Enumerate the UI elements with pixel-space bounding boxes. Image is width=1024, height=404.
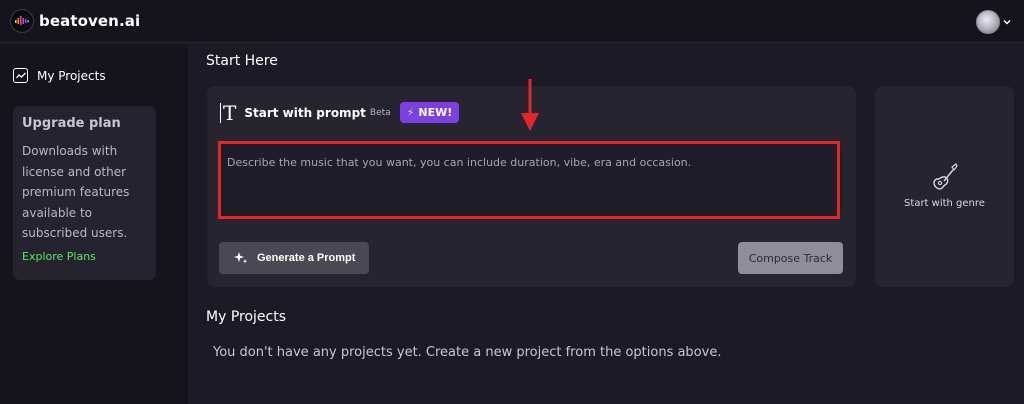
prompt-input[interactable] — [220, 144, 842, 216]
app-name: beatoven.ai — [39, 12, 141, 30]
sidebar-item-label: My Projects — [37, 68, 106, 83]
prompt-card: T Start with prompt Beta ⚡ NEW! Generate… — [207, 86, 856, 287]
lightning-icon: ⚡ — [406, 106, 415, 119]
text-icon: T — [220, 102, 236, 123]
compose-track-button[interactable]: Compose Track — [738, 242, 843, 274]
upgrade-description: Downloads with license and other premium… — [22, 144, 130, 240]
upgrade-title: Upgrade plan — [22, 116, 121, 131]
start-with-genre-card[interactable]: Start with genre — [875, 86, 1014, 287]
sidebar-item-my-projects[interactable]: My Projects — [13, 68, 106, 83]
new-badge: ⚡ NEW! — [399, 102, 460, 123]
page-title: Start Here — [206, 53, 278, 69]
beta-label: Beta — [369, 107, 391, 118]
chevron-down-icon — [1003, 19, 1011, 25]
account-menu[interactable] — [976, 10, 1012, 34]
sparkle-icon — [234, 252, 248, 264]
empty-projects-message: You don't have any projects yet. Create … — [213, 345, 722, 360]
avatar[interactable] — [976, 10, 1000, 34]
logo-icon — [10, 9, 34, 33]
start-with-genre-label: Start with genre — [904, 198, 985, 209]
prompt-card-header: T Start with prompt Beta ⚡ NEW! — [220, 102, 460, 123]
upgrade-plan-card: Upgrade plan Downloads with license and … — [13, 106, 156, 280]
chart-icon — [13, 68, 28, 83]
my-projects-title: My Projects — [206, 309, 287, 325]
generate-prompt-label: Generate a Prompt — [257, 252, 356, 264]
new-badge-label: NEW! — [418, 106, 453, 119]
top-bar: beatoven.ai — [0, 0, 1024, 43]
prompt-card-title: Start with prompt — [244, 105, 366, 120]
app-logo[interactable]: beatoven.ai — [10, 8, 140, 34]
guitar-icon — [933, 163, 958, 190]
sidebar: My Projects Upgrade plan Downloads with … — [0, 44, 188, 404]
generate-prompt-button[interactable]: Generate a Prompt — [219, 242, 369, 274]
explore-plans-link[interactable]: Explore Plans — [22, 250, 96, 263]
